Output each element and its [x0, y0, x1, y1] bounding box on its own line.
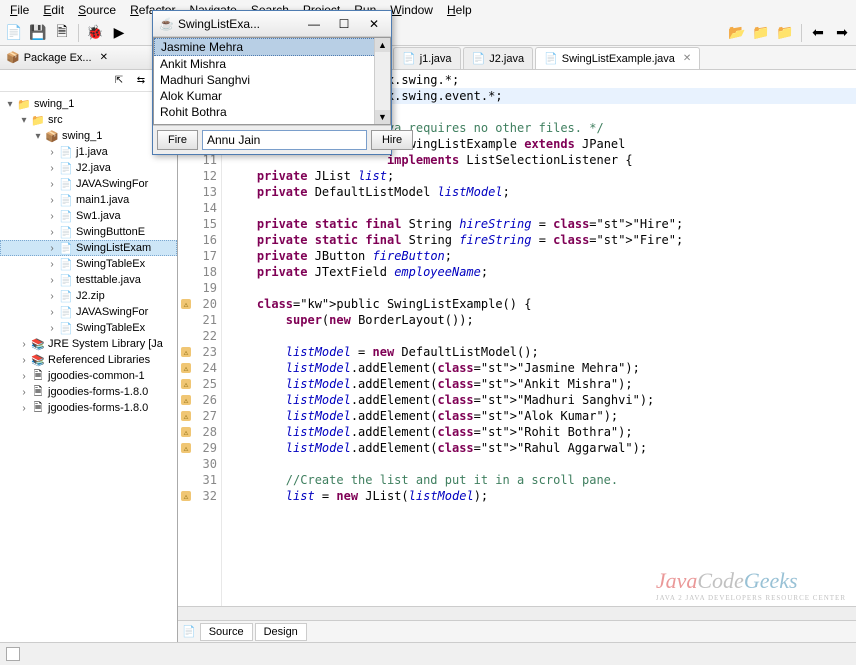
folder-open-icon[interactable]: 📂: [727, 23, 747, 43]
java-file-icon: 📄: [402, 52, 416, 65]
package-explorer-tab[interactable]: 📦 Package Ex... ✕: [6, 51, 108, 64]
list-item[interactable]: Rohit Bothra: [154, 104, 390, 120]
save-icon[interactable]: 💾: [28, 23, 48, 43]
java-file-icon: 📄: [544, 52, 558, 65]
scroll-down-icon[interactable]: ▼: [375, 110, 390, 124]
folder-go-icon[interactable]: 📁: [775, 23, 795, 43]
employee-name-input[interactable]: [202, 130, 367, 150]
menu-source[interactable]: Source: [72, 1, 122, 19]
editor-bottom-tabs: 📄 SourceDesign: [178, 620, 856, 642]
menu-edit[interactable]: Edit: [37, 1, 70, 19]
tree-file[interactable]: ›📄J2.zip: [0, 288, 177, 304]
watermark-logo: JavaCodeGeeks JAVA 2 JAVA DEVELOPERS RES…: [656, 568, 846, 602]
link-editor-icon[interactable]: ⇆: [131, 71, 151, 91]
close-icon[interactable]: ✕: [100, 52, 108, 63]
tree-file[interactable]: ›📄SwingTableEx: [0, 256, 177, 272]
tree-file[interactable]: ›📄J2.java: [0, 160, 177, 176]
maximize-button[interactable]: ☐: [333, 15, 355, 33]
package-explorer-title: Package Ex...: [24, 52, 92, 64]
tree-file[interactable]: ›📄SwingListExam: [0, 240, 177, 256]
tree-src[interactable]: ▾📁src: [0, 112, 177, 128]
list-item[interactable]: Alok Kumar: [154, 88, 390, 104]
bottom-tab-design[interactable]: Design: [255, 623, 307, 641]
tree-file[interactable]: ›📄JAVASwingFor: [0, 304, 177, 320]
forward-icon[interactable]: ➡: [832, 23, 852, 43]
scroll-up-icon[interactable]: ▲: [375, 38, 390, 52]
java-cup-icon: ☕: [159, 17, 174, 31]
close-tab-icon[interactable]: ✕: [683, 53, 691, 64]
tree-lib[interactable]: ›📚JRE System Library [Ja: [0, 336, 177, 352]
package-tree[interactable]: ▾📁swing_1▾📁src▾📦swing_1›📄j1.java›📄J2.jav…: [0, 92, 177, 642]
new-icon[interactable]: 📄: [4, 23, 24, 43]
tree-file[interactable]: ›📄JAVASwingFor: [0, 176, 177, 192]
list-item[interactable]: Ankit Mishra: [154, 56, 390, 72]
menu-file[interactable]: File: [4, 1, 35, 19]
package-explorer-header: 📦 Package Ex... ✕: [0, 46, 177, 70]
menu-window[interactable]: Window: [384, 1, 439, 19]
save-all-icon[interactable]: 🗎: [52, 23, 72, 43]
tree-file[interactable]: ›📄SwingTableEx: [0, 320, 177, 336]
status-bar: [0, 642, 856, 664]
java-file-icon: 📄: [472, 52, 486, 65]
swing-button-panel: Fire Hire: [153, 125, 391, 154]
menu-help[interactable]: Help: [441, 1, 478, 19]
tree-file[interactable]: ›📄Sw1.java: [0, 208, 177, 224]
back-icon[interactable]: ⬅: [808, 23, 828, 43]
status-icon: [6, 647, 20, 661]
run-icon[interactable]: ▶: [109, 23, 129, 43]
swing-app-window[interactable]: ☕ SwingListExa... — ☐ ✕ Jasmine MehraAnk…: [152, 10, 392, 155]
folder-icon[interactable]: 📁: [751, 23, 771, 43]
list-item[interactable]: Madhuri Sanghvi: [154, 72, 390, 88]
close-button[interactable]: ✕: [363, 15, 385, 33]
tree-package[interactable]: ▾📦swing_1: [0, 128, 177, 144]
tree-file[interactable]: ›📄j1.java: [0, 144, 177, 160]
menu-bar: FileEditSourceRefactorNavigateSearchProj…: [0, 0, 856, 20]
minimize-button[interactable]: —: [303, 15, 325, 33]
swing-window-title: SwingListExa...: [178, 17, 260, 31]
main-toolbar: 📄 💾 🗎 🐞 ▶ 📂 📁 📁 ⬅ ➡: [0, 20, 856, 46]
tree-file[interactable]: ›📄main1.java: [0, 192, 177, 208]
swing-list[interactable]: Jasmine MehraAnkit MishraMadhuri Sanghvi…: [153, 37, 391, 125]
tree-file[interactable]: ›📄SwingButtonE: [0, 224, 177, 240]
horizontal-scrollbar[interactable]: [178, 606, 856, 620]
hire-button[interactable]: Hire: [371, 130, 413, 150]
collapse-all-icon[interactable]: ⇱: [109, 71, 129, 91]
list-item[interactable]: Jasmine Mehra: [154, 38, 390, 56]
debug-icon[interactable]: 🐞: [85, 23, 105, 43]
package-icon: 📦: [6, 51, 20, 64]
editor-tab[interactable]: 📄SwingListExample.java✕: [535, 47, 700, 69]
editor-tab[interactable]: 📄j1.java: [393, 47, 461, 69]
source-design-icon: 📄: [182, 625, 196, 638]
tree-file[interactable]: ›📄testtable.java: [0, 272, 177, 288]
tree-project[interactable]: ▾📁swing_1: [0, 96, 177, 112]
tree-lib[interactable]: ›🗎jgoodies-common-1: [0, 368, 177, 384]
bottom-tab-source[interactable]: Source: [200, 623, 253, 641]
swing-list-scrollbar[interactable]: ▲ ▼: [374, 38, 390, 124]
swing-title-bar[interactable]: ☕ SwingListExa... — ☐ ✕: [153, 11, 391, 37]
tree-lib[interactable]: ›🗎jgoodies-forms-1.8.0: [0, 384, 177, 400]
tree-lib[interactable]: ›🗎jgoodies-forms-1.8.0: [0, 400, 177, 416]
editor-tab[interactable]: 📄J2.java: [463, 47, 534, 69]
fire-button[interactable]: Fire: [157, 130, 198, 150]
tree-lib[interactable]: ›📚Referenced Libraries: [0, 352, 177, 368]
